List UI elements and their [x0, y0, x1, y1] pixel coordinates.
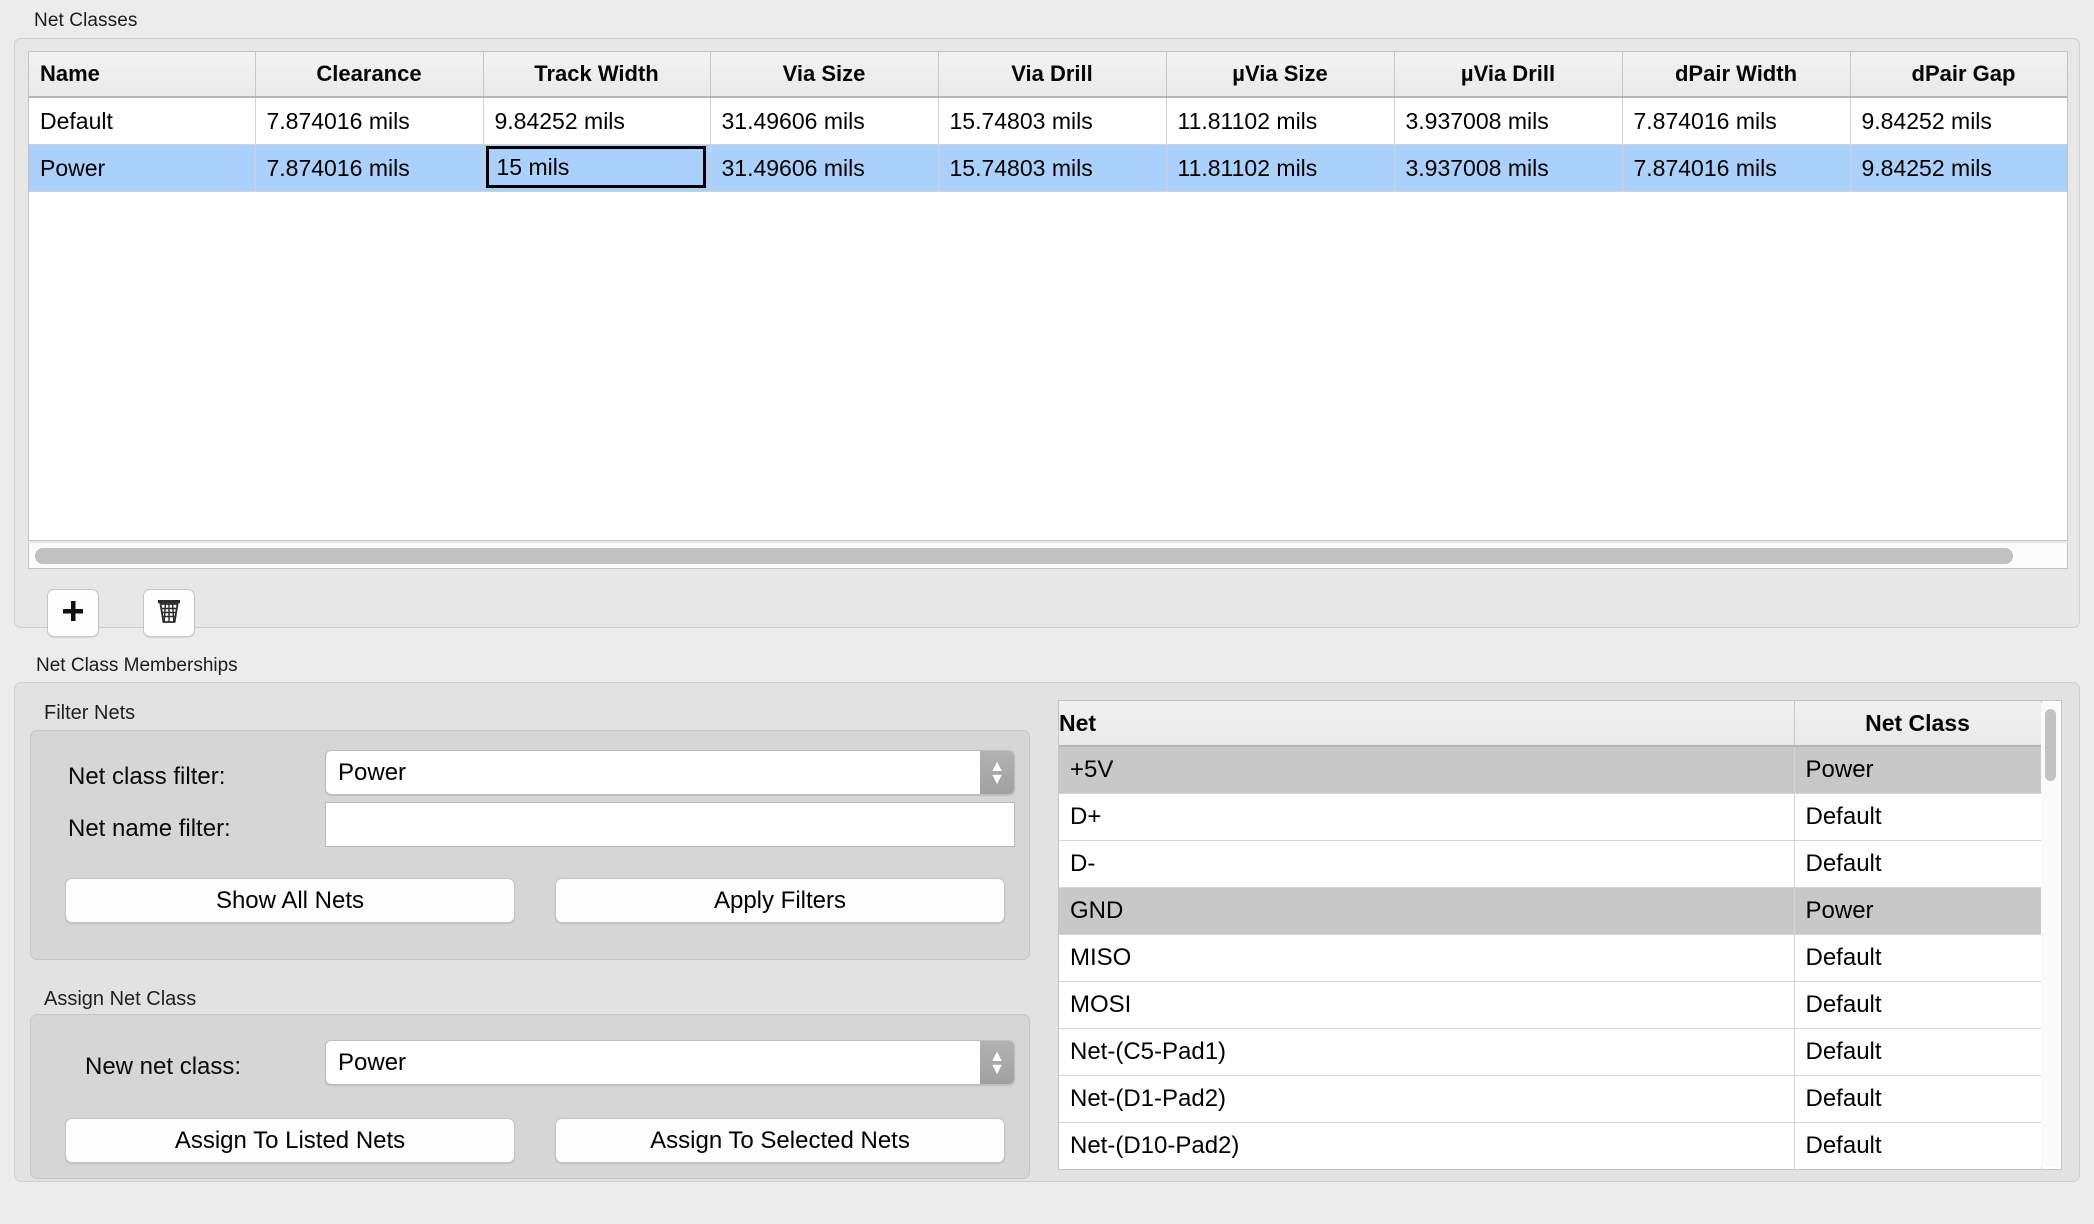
net-class-value[interactable]: Default: [1794, 1122, 2042, 1169]
net-class-filter-select[interactable]: Power ▲ ▼: [325, 750, 1015, 795]
column-header-name[interactable]: Name: [29, 52, 256, 98]
cell-uvia-drill[interactable]: 3.937008 mils: [1394, 144, 1623, 192]
net-name[interactable]: [1059, 1170, 1794, 1171]
column-header-via-drill[interactable]: Via Drill: [938, 52, 1167, 98]
net-name[interactable]: +5V: [1059, 746, 1795, 794]
list-item[interactable]: Net-(D1-Pad2) Default: [1059, 1075, 2042, 1123]
net-class-filter-label: Net class filter:: [68, 763, 226, 790]
net-name[interactable]: GND: [1059, 887, 1795, 935]
assign-net-class-label: Assign Net Class: [44, 988, 197, 1010]
cell-track-width[interactable]: 9.84252 mils: [483, 97, 711, 145]
column-header-dpair-width[interactable]: dPair Width: [1622, 52, 1851, 98]
cell-name[interactable]: Default: [29, 97, 256, 145]
net-classes-table: Name Clearance Track Width Via Size Via …: [29, 52, 2067, 192]
net-name[interactable]: D-: [1059, 840, 1795, 888]
column-header-net-class[interactable]: Net Class: [1794, 701, 2042, 747]
net-class-memberships-group-label: Net Class Memberships: [36, 655, 238, 676]
net-class-value[interactable]: Default: [1794, 1075, 2042, 1123]
cell-dpair-width[interactable]: 7.874016 mils: [1622, 144, 1851, 192]
list-item[interactable]: Net-(D10-Pad2) Default: [1059, 1122, 2042, 1169]
net-name[interactable]: Net-(C5-Pad1): [1059, 1028, 1795, 1076]
cell-name[interactable]: Power: [29, 144, 256, 192]
assign-to-listed-nets-button[interactable]: Assign To Listed Nets: [65, 1118, 515, 1163]
add-net-class-button[interactable]: [47, 589, 99, 637]
plus-icon: [60, 598, 86, 629]
net-name-filter-label: Net name filter:: [68, 815, 231, 842]
net-name-filter-input[interactable]: [325, 802, 1015, 847]
new-net-class-label: New net class:: [85, 1053, 242, 1080]
scrollbar-thumb[interactable]: [35, 548, 2013, 564]
show-all-nets-button[interactable]: Show All Nets: [65, 878, 515, 923]
new-net-class-select[interactable]: Power ▲ ▼: [325, 1040, 1015, 1085]
column-header-via-size[interactable]: Via Size: [710, 52, 939, 98]
assign-to-selected-nets-button[interactable]: Assign To Selected Nets: [555, 1118, 1005, 1163]
net-class-value[interactable]: Power: [1794, 746, 2042, 794]
table-row[interactable]: Power 7.874016 mils 15 mils 31.49606 mil…: [29, 144, 2067, 192]
net-classes-panel: Name Clearance Track Width Via Size Via …: [14, 38, 2080, 637]
net-class-value[interactable]: Default: [1794, 934, 2042, 982]
net-class-value[interactable]: Default: [1794, 1028, 2042, 1076]
cell-uvia-size[interactable]: 11.81102 mils: [1166, 97, 1395, 145]
net-name[interactable]: MISO: [1059, 934, 1795, 982]
cell-uvia-size[interactable]: 11.81102 mils: [1166, 144, 1395, 192]
cell-via-drill[interactable]: 15.74803 mils: [938, 97, 1167, 145]
list-item[interactable]: +5V Power: [1059, 746, 2042, 794]
list-item[interactable]: [1059, 1170, 2041, 1171]
netlist-header-row: Net Net Class: [1059, 701, 2042, 747]
scrollbar-thumb[interactable]: [2045, 709, 2056, 781]
trash-icon: [156, 597, 182, 630]
cell-via-size[interactable]: 31.49606 mils: [710, 144, 939, 192]
net-classes-horizontal-scrollbar[interactable]: [28, 543, 2068, 569]
net-class-value[interactable]: Default: [1794, 793, 2042, 841]
new-net-class-value: Power: [338, 1048, 407, 1076]
column-header-dpair-gap[interactable]: dPair Gap: [1850, 52, 2067, 98]
netlist-vertical-scrollbar[interactable]: [2041, 703, 2059, 1167]
cell-via-drill[interactable]: 15.74803 mils: [938, 144, 1167, 192]
net-classes-grid[interactable]: Name Clearance Track Width Via Size Via …: [28, 51, 2068, 541]
column-header-net[interactable]: Net: [1059, 701, 1795, 747]
chevron-updown-icon[interactable]: ▲ ▼: [980, 1041, 1014, 1084]
list-item[interactable]: D- Default: [1059, 840, 2042, 888]
cell-clearance[interactable]: 7.874016 mils: [255, 144, 484, 192]
cell-dpair-width[interactable]: 7.874016 mils: [1622, 97, 1851, 145]
net-name[interactable]: Net-(D1-Pad2): [1059, 1075, 1795, 1123]
list-item[interactable]: Net-(C5-Pad1) Default: [1059, 1028, 2042, 1076]
net-classes-group-label: Net Classes: [34, 10, 138, 31]
net-class-value[interactable]: Default: [1794, 840, 2042, 888]
chevron-updown-icon[interactable]: ▲ ▼: [980, 751, 1014, 794]
list-item[interactable]: D+ Default: [1059, 793, 2042, 841]
list-item[interactable]: MOSI Default: [1059, 981, 2042, 1029]
delete-net-class-button[interactable]: [143, 589, 195, 637]
net-name[interactable]: Net-(D10-Pad2): [1059, 1122, 1795, 1169]
cell-track-width-editor[interactable]: 15 mils: [483, 144, 711, 192]
cell-clearance[interactable]: 7.874016 mils: [255, 97, 484, 145]
track-width-input[interactable]: 15 mils: [485, 146, 706, 188]
apply-filters-button[interactable]: Apply Filters: [555, 878, 1005, 923]
column-header-track-width[interactable]: Track Width: [483, 52, 711, 98]
cell-dpair-gap[interactable]: 9.84252 mils: [1850, 97, 2067, 145]
net-memberships-table: Net Net Class +5V Power D+ Default D- De…: [1059, 701, 2042, 1171]
net-class-value[interactable]: Power: [1794, 887, 2042, 935]
cell-uvia-drill[interactable]: 3.937008 mils: [1394, 97, 1623, 145]
net-name[interactable]: D+: [1059, 793, 1795, 841]
filter-nets-label: Filter Nets: [44, 702, 136, 724]
list-item[interactable]: MISO Default: [1059, 934, 2042, 982]
cell-via-size[interactable]: 31.49606 mils: [710, 97, 939, 145]
column-header-clearance[interactable]: Clearance: [255, 52, 484, 98]
column-header-uvia-drill[interactable]: µVia Drill: [1394, 52, 1623, 98]
cell-dpair-gap[interactable]: 9.84252 mils: [1850, 144, 2067, 192]
net-class-value[interactable]: Default: [1794, 981, 2042, 1029]
net-class-filter-value: Power: [338, 758, 407, 786]
net-name[interactable]: MOSI: [1059, 981, 1795, 1029]
table-row[interactable]: Default 7.874016 mils 9.84252 mils 31.49…: [29, 97, 2067, 145]
net-classes-header-row: Name Clearance Track Width Via Size Via …: [29, 52, 2067, 98]
net-memberships-list[interactable]: Net Net Class +5V Power D+ Default D- De…: [1058, 700, 2062, 1170]
net-class-value[interactable]: [1794, 1170, 2041, 1171]
column-header-uvia-size[interactable]: µVia Size: [1166, 52, 1395, 98]
list-item[interactable]: GND Power: [1059, 887, 2042, 935]
